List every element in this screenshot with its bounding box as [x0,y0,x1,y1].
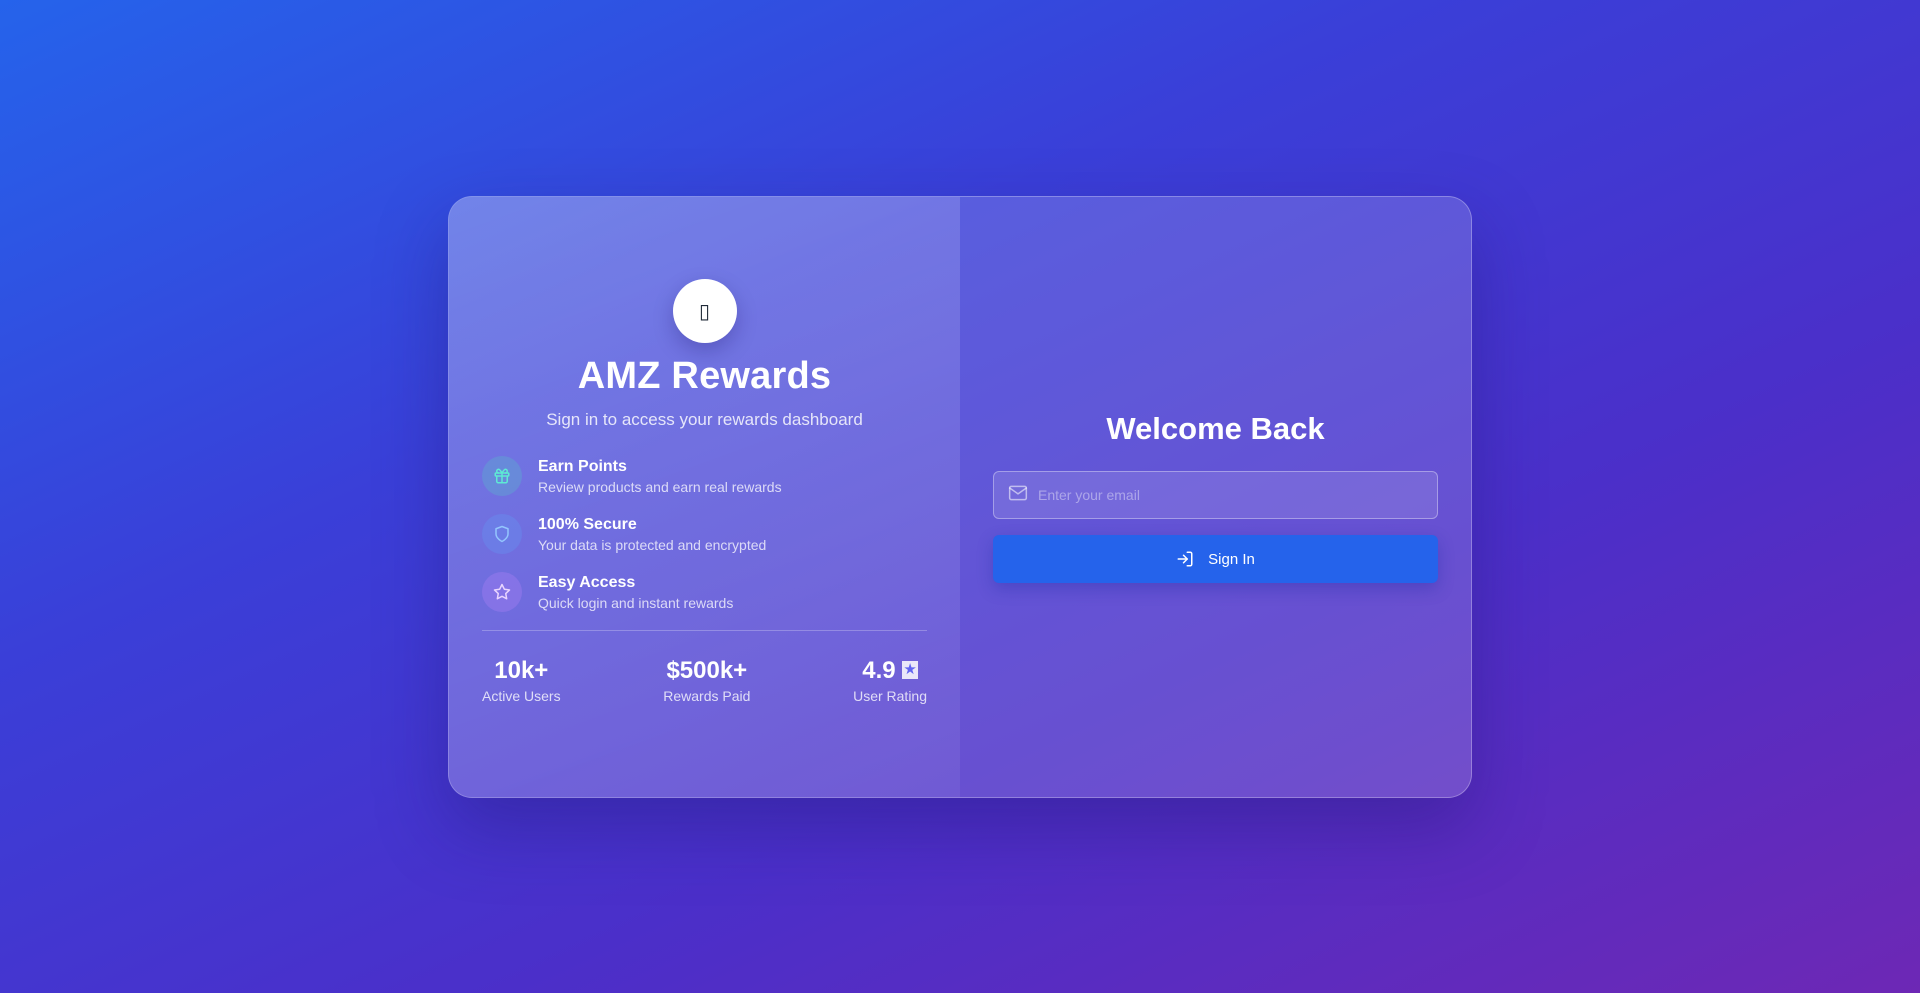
login-card: ▯ AMZ Rewards Sign in to access your rew… [448,196,1472,798]
stat-label: Active Users [482,688,561,704]
feature-item-secure: 100% Secure Your data is protected and e… [482,514,927,554]
brand-tagline: Sign in to access your rewards dashboard [546,410,863,429]
feature-item-easy-access: Easy Access Quick login and instant rewa… [482,572,927,612]
feature-desc: Your data is protected and encrypted [538,536,767,553]
stat-value: 4.9 ★ [853,657,927,685]
logo-glyph: ▯ [698,300,710,323]
welcome-heading: Welcome Back [1106,411,1325,446]
gift-icon [482,456,522,496]
email-input[interactable] [1038,487,1423,503]
stat-rewards-paid: $500k+ Rewards Paid [663,657,750,704]
rating-value: 4.9 [862,657,896,684]
sign-in-label: Sign In [1208,550,1255,568]
stat-value: $500k+ [666,657,748,684]
stat-label: Rewards Paid [663,688,751,704]
feature-desc: Quick login and instant rewards [538,594,734,611]
shield-icon [482,514,522,554]
brand-name: AMZ Rewards [577,355,832,397]
stat-user-rating: 4.9 ★ User Rating [853,657,927,704]
feature-title: 100% Secure [538,515,637,533]
stats-row: 10k+ Active Users $500k+ Rewards Paid 4.… [482,657,927,704]
stat-value: 10k+ [494,657,549,684]
feature-title: Earn Points [538,457,627,475]
feature-list: Earn Points Review products and earn rea… [482,456,927,612]
log-in-icon [1177,551,1193,567]
rating-star-icon: ★ [902,661,918,679]
mail-icon [1008,483,1028,508]
stat-label: User Rating [853,688,927,704]
email-field[interactable] [993,471,1438,519]
feature-desc: Review products and earn real rewards [538,478,782,495]
sign-in-button[interactable]: Sign In [993,535,1438,583]
star-icon [482,572,522,612]
brand-panel: ▯ AMZ Rewards Sign in to access your rew… [449,197,960,797]
feature-item-earn-points: Earn Points Review products and earn rea… [482,456,927,496]
brand-logo: ▯ [672,279,737,343]
feature-title: Easy Access [538,573,636,591]
stat-active-users: 10k+ Active Users [482,657,561,704]
divider [482,630,927,631]
signin-panel: Welcome Back Sign In [960,197,1471,797]
